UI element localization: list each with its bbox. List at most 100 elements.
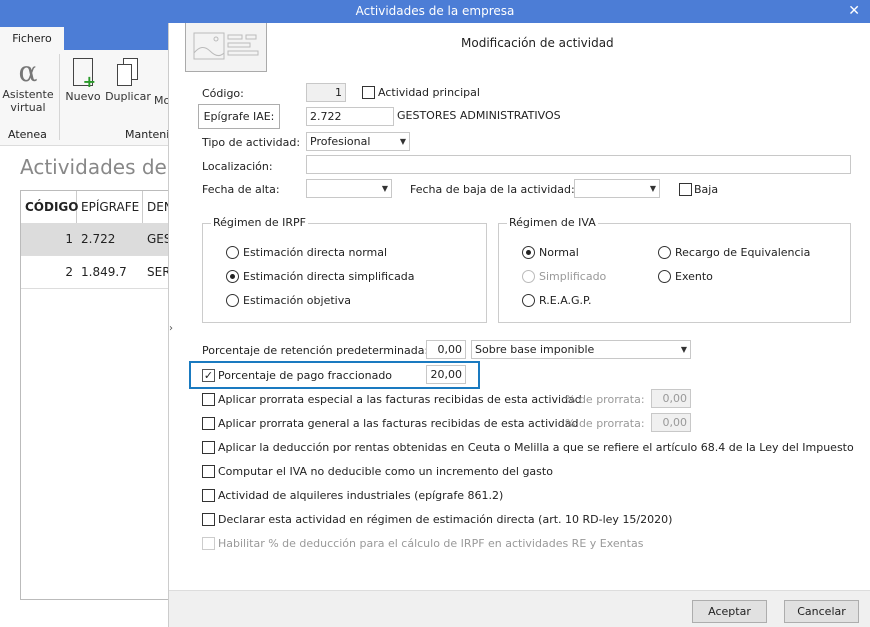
iva-group-title: Régimen de IVA — [507, 216, 598, 229]
image-placeholder-icon — [185, 23, 267, 72]
radio-label: Normal — [539, 246, 579, 259]
retencion-base-select[interactable]: Sobre base imponible ▼ — [471, 340, 691, 359]
fecha-baja-field[interactable]: ▼ — [574, 179, 660, 198]
tab-fichero[interactable]: Fichero — [0, 27, 64, 51]
prorrata-especial-checkbox[interactable] — [202, 393, 215, 406]
cell-epigrafe: 2.722 — [81, 232, 116, 246]
duplicar-button[interactable]: Duplicar — [105, 58, 151, 103]
page-title: Actividades de la — [20, 155, 192, 179]
computar-iva-checkbox[interactable] — [202, 465, 215, 478]
radio-exento[interactable] — [658, 270, 671, 283]
duplicar-label: Duplicar — [105, 90, 151, 103]
prorrata-label: % de prorrata: — [565, 393, 645, 406]
prorrata-general-label: Aplicar prorrata general a las facturas … — [218, 417, 579, 430]
prorrata-especial-label: Aplicar prorrata especial a las facturas… — [218, 393, 582, 406]
fecha-baja-label: Fecha de baja de la actividad: — [410, 183, 575, 196]
localizacion-field[interactable] — [306, 155, 851, 174]
actividad-principal-checkbox[interactable] — [362, 86, 375, 99]
chevron-down-icon: ▼ — [399, 137, 406, 146]
cell-codigo: 2 — [65, 265, 73, 279]
radio-label: R.E.A.G.P. — [539, 294, 592, 307]
alquileres-checkbox[interactable] — [202, 489, 215, 502]
codigo-label: Código: — [202, 87, 244, 100]
radio-recargo-equivalencia[interactable] — [658, 246, 671, 259]
radio-reagp[interactable] — [522, 294, 535, 307]
prorrata-general-field: 0,00 — [651, 413, 691, 432]
tipo-value: Profesional — [310, 135, 371, 148]
baja-checkbox[interactable] — [679, 183, 692, 196]
radio-label: Estimación directa normal — [243, 246, 388, 259]
habilitar-label: Habilitar % de deducción para el cálculo… — [218, 537, 644, 550]
new-document-icon: + — [73, 58, 96, 90]
modify-activity-dialog: › Modificación de actividad Código: 1 Ac… — [168, 23, 870, 627]
codigo-field[interactable]: 1 — [306, 83, 346, 102]
radio-label: Exento — [675, 270, 713, 283]
tipo-select[interactable]: Profesional ▼ — [306, 132, 410, 151]
close-icon[interactable]: ✕ — [848, 0, 860, 23]
virtual-label: virtual — [10, 101, 46, 114]
ribbon: α Asistente virtual Atenea + Nuevo Dupli… — [0, 50, 170, 146]
nuevo-label: Nuevo — [65, 90, 101, 103]
window-title: Actividades de la empresa — [355, 4, 515, 18]
aceptar-button[interactable]: Aceptar — [692, 600, 767, 623]
radio-simplificado — [522, 270, 535, 283]
fecha-alta-label: Fecha de alta: — [202, 183, 280, 196]
irpf-group-title: Régimen de IRPF — [211, 216, 309, 229]
prorrata-label: % de prorrata: — [565, 417, 645, 430]
epigrafe-field[interactable]: 2.722 — [306, 107, 394, 126]
chevron-down-icon: ▼ — [680, 345, 687, 354]
epigrafe-description: GESTORES ADMINISTRATIVOS — [397, 109, 561, 122]
header-codigo[interactable]: CÓDIGO — [21, 191, 78, 223]
group-atenea: Atenea — [8, 128, 47, 141]
alpha-icon: α — [18, 55, 38, 88]
fecha-alta-field[interactable]: ▼ — [306, 179, 392, 198]
radio-normal[interactable] — [522, 246, 535, 259]
declarar-checkbox[interactable] — [202, 513, 215, 526]
pago-fraccionado-checkbox[interactable]: ✓ — [202, 369, 215, 382]
dialog-footer: Aceptar Cancelar — [169, 590, 870, 627]
header-epigrafe[interactable]: EPÍGRAFE — [77, 191, 143, 223]
ceuta-label: Aplicar la deducción por rentas obtenida… — [218, 441, 854, 454]
radio-label: Recargo de Equivalencia — [675, 246, 811, 259]
actividad-principal-label: Actividad principal — [378, 86, 480, 99]
radio-label: Estimación directa simplificada — [243, 270, 415, 283]
nuevo-button[interactable]: + Nuevo — [64, 58, 102, 103]
radio-label: Estimación objetiva — [243, 294, 351, 307]
retencion-base-value: Sobre base imponible — [475, 343, 595, 356]
retencion-field[interactable]: 0,00 — [426, 340, 466, 359]
chevron-down-icon: ▼ — [381, 184, 388, 193]
pago-fraccionado-field[interactable]: 20,00 — [426, 365, 466, 384]
dialog-title: Modificación de actividad — [461, 36, 614, 50]
prorrata-especial-field: 0,00 — [651, 389, 691, 408]
radio-estimacion-objetiva[interactable] — [226, 294, 239, 307]
iva-group: Régimen de IVA Normal Simplificado R.E.A… — [498, 216, 851, 323]
epigrafe-iae-button[interactable]: Epígrafe IAE: — [198, 104, 280, 129]
table-row[interactable]: 2 1.849.7 SERV — [21, 256, 181, 289]
radio-label: Simplificado — [539, 270, 607, 283]
title-bar: Actividades de la empresa — [0, 0, 870, 23]
cancelar-button[interactable]: Cancelar — [784, 600, 859, 623]
asistente-label: Asistente — [2, 88, 54, 101]
tipo-label: Tipo de actividad: — [202, 136, 301, 149]
ceuta-checkbox[interactable] — [202, 441, 215, 454]
alquileres-label: Actividad de alquileres industriales (ep… — [218, 489, 504, 502]
chevron-down-icon: ▼ — [649, 184, 656, 193]
divider — [59, 54, 60, 140]
duplicate-icon — [117, 58, 139, 86]
pago-fraccionado-label: Porcentaje de pago fraccionado — [218, 369, 393, 382]
cell-codigo: 1 — [65, 232, 73, 246]
cell-epigrafe: 1.849.7 — [81, 265, 127, 279]
retencion-label: Porcentaje de retención predeterminada: — [202, 344, 429, 357]
activities-table: CÓDIGO EPÍGRAFE DEN 1 2.722 GES 2 1.849.… — [20, 190, 181, 600]
group-mantenimiento: Manteni — [125, 128, 170, 141]
irpf-group: Régimen de IRPF Estimación directa norma… — [202, 216, 487, 323]
radio-estimacion-directa-normal[interactable] — [226, 246, 239, 259]
table-row[interactable]: 1 2.722 GES — [21, 223, 181, 256]
prorrata-general-checkbox[interactable] — [202, 417, 215, 430]
baja-label: Baja — [694, 183, 719, 196]
habilitar-checkbox — [202, 537, 215, 550]
asistente-virtual-button[interactable]: α Asistente virtual — [2, 55, 54, 115]
expand-arrow-icon[interactable]: › — [169, 323, 173, 334]
radio-estimacion-directa-simplificada[interactable] — [226, 270, 239, 283]
localizacion-label: Localización: — [202, 160, 273, 173]
